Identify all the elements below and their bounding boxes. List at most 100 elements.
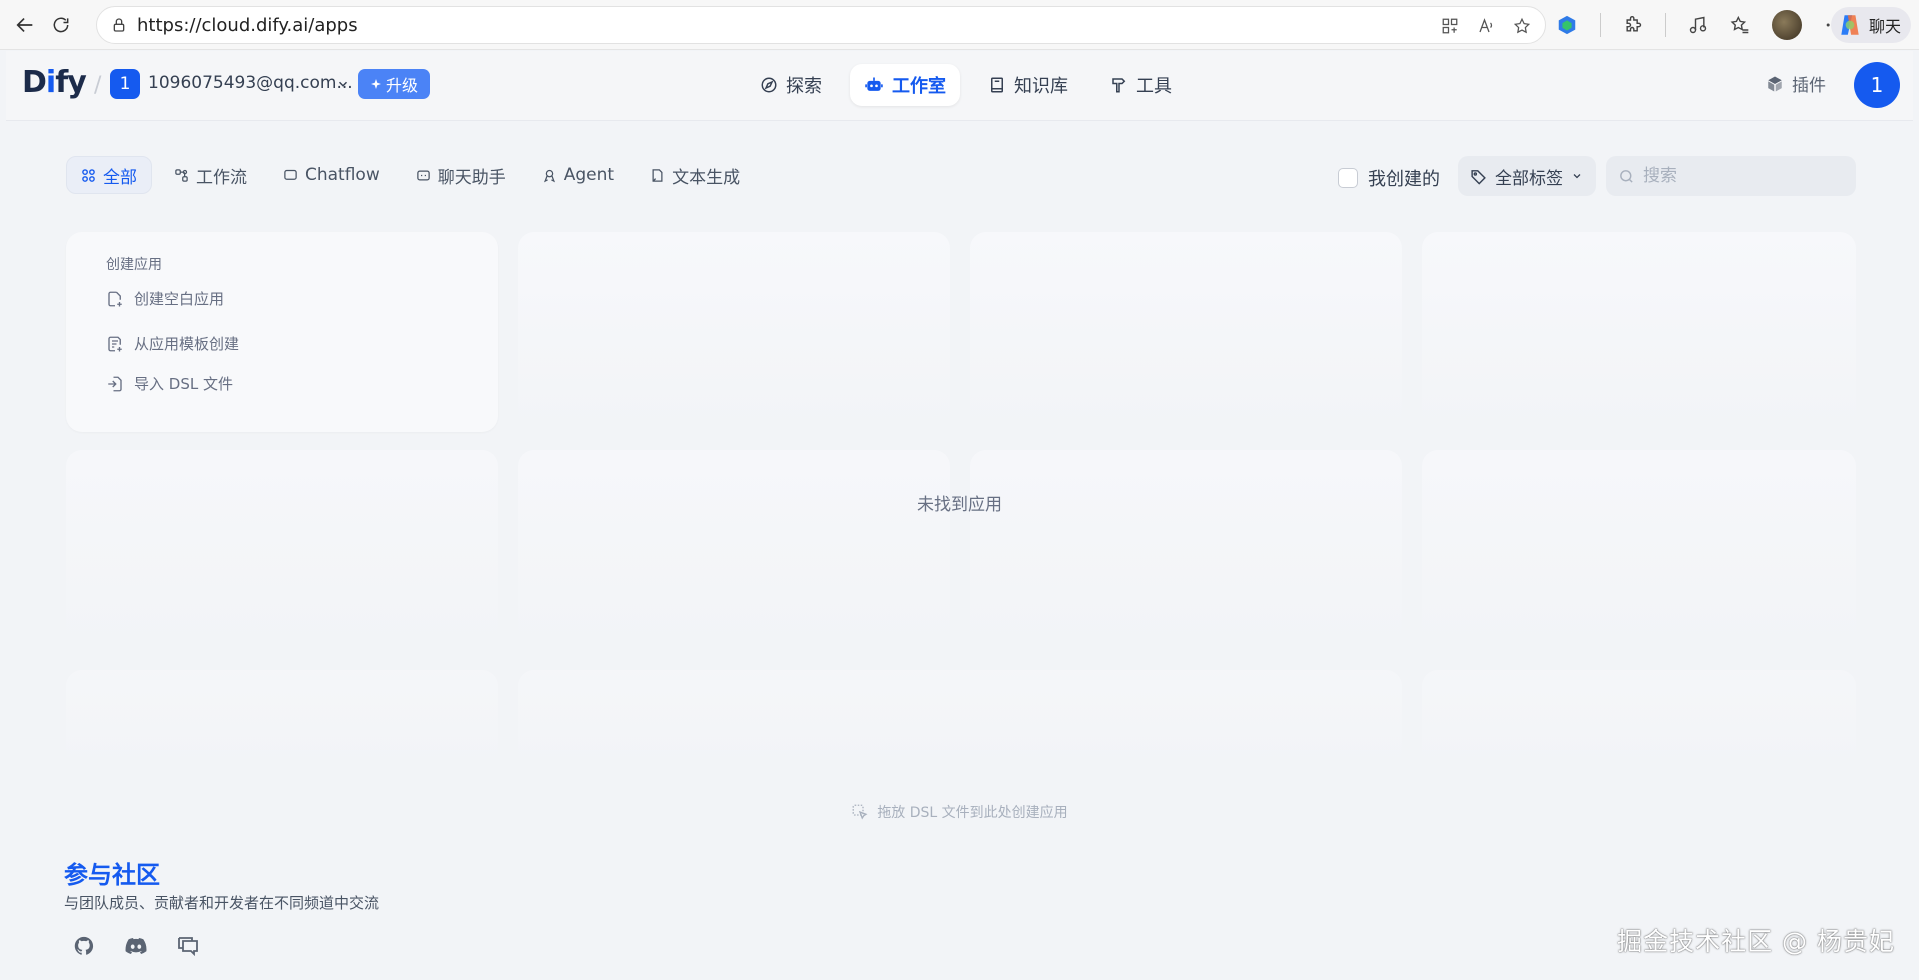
chat-label: 聊天 xyxy=(1868,17,1901,36)
workspace-badge[interactable]: 1 xyxy=(110,69,140,99)
app-card-placeholder xyxy=(970,232,1402,432)
workflow-icon xyxy=(175,168,188,182)
app-card-placeholder xyxy=(518,450,950,650)
media-control-icon[interactable] xyxy=(1688,15,1708,35)
tab-chatflow-label: Chatflow xyxy=(305,165,380,185)
nav-knowledge-label: 知识库 xyxy=(1014,76,1068,97)
tab-chatflow[interactable]: Chatflow xyxy=(269,156,394,194)
import-dsl-button[interactable]: 导入 DSL 文件 xyxy=(106,373,233,394)
url-text: https://cloud.dify.ai/apps xyxy=(137,14,358,36)
tag-filter-label: 全部标签 xyxy=(1495,168,1563,189)
create-app-title: 创建应用 xyxy=(106,257,162,273)
forum-icon xyxy=(178,937,198,957)
import-dsl-label: 导入 DSL 文件 xyxy=(134,375,233,393)
toolbar-divider xyxy=(1600,13,1601,37)
app-header: Dify / 1 1096075493@qq.com... 升级 探索 工作室 … xyxy=(6,51,1913,121)
community-title: 参与社区 xyxy=(64,861,160,889)
tab-chatbot[interactable]: 聊天助手 xyxy=(402,156,520,194)
dify-logo[interactable]: Dify xyxy=(22,65,87,100)
community-links xyxy=(70,932,202,960)
lock-icon xyxy=(113,18,125,32)
search-icon xyxy=(1620,169,1633,183)
forum-link[interactable] xyxy=(174,932,202,960)
github-link[interactable] xyxy=(70,932,98,960)
extensions-puzzle-icon[interactable] xyxy=(1623,15,1643,35)
tab-agent[interactable]: Agent xyxy=(528,156,628,194)
nav-studio-label: 工作室 xyxy=(892,76,946,97)
favorite-star-icon[interactable] xyxy=(1513,17,1531,35)
app-type-filter-tabs: 全部 工作流 Chatflow 聊天助手 Agent 文本生成 xyxy=(66,156,754,194)
dsl-drop-hint: 拖放 DSL 文件到此处创建应用 xyxy=(0,802,1919,822)
compass-icon xyxy=(761,77,777,93)
tab-all[interactable]: 全部 xyxy=(66,156,152,194)
extension-hexagon-icon[interactable] xyxy=(1556,14,1578,36)
search-box[interactable] xyxy=(1606,156,1856,196)
nav-knowledge[interactable]: 知识库 xyxy=(974,64,1082,106)
grid-icon xyxy=(82,168,95,182)
create-blank-app-label: 创建空白应用 xyxy=(134,290,225,308)
create-blank-app-button[interactable]: 创建空白应用 xyxy=(106,288,224,309)
robot-icon xyxy=(865,77,883,91)
browser-toolbar: https://cloud.dify.ai/apps 聊天 xyxy=(0,0,1919,50)
read-aloud-icon[interactable] xyxy=(1477,17,1495,35)
upgrade-button[interactable]: 升级 xyxy=(358,69,431,99)
tab-all-label: 全部 xyxy=(103,167,137,188)
logo-d: D xyxy=(22,65,47,100)
text-generation-icon xyxy=(652,168,663,182)
tab-workflow-label: 工作流 xyxy=(196,167,247,188)
tab-agent-label: Agent xyxy=(563,165,615,185)
nav-tools[interactable]: 工具 xyxy=(1096,64,1186,106)
logo-i: i xyxy=(45,65,56,100)
chatflow-icon xyxy=(284,169,297,180)
logo-rest: fy xyxy=(55,65,87,100)
back-button[interactable] xyxy=(8,8,42,42)
agent-icon xyxy=(543,169,555,182)
plugins-label: 插件 xyxy=(1792,76,1826,96)
browser-profile-avatar[interactable] xyxy=(1772,10,1802,40)
tab-chatbot-label: 聊天助手 xyxy=(437,167,506,188)
create-from-template-label: 从应用模板创建 xyxy=(134,335,240,353)
created-by-me-filter[interactable]: 我创建的 xyxy=(1338,165,1440,191)
dsl-drop-hint-text: 拖放 DSL 文件到此处创建应用 xyxy=(877,805,1068,821)
arrow-left-icon xyxy=(16,17,33,32)
copilot-chat-button[interactable]: 聊天 xyxy=(1830,7,1911,43)
tab-text-generation[interactable]: 文本生成 xyxy=(636,156,754,194)
template-icon xyxy=(108,336,122,351)
app-card-placeholder xyxy=(1422,670,1856,770)
chevron-down-icon xyxy=(1573,174,1581,179)
tag-filter-dropdown[interactable]: 全部标签 xyxy=(1458,156,1596,196)
app-available-icon[interactable] xyxy=(1441,17,1459,35)
workspace-name[interactable]: 1096075493@qq.com... xyxy=(148,73,353,93)
address-bar[interactable]: https://cloud.dify.ai/apps xyxy=(96,6,1546,44)
breadcrumb-separator: / xyxy=(94,73,102,98)
empty-state-message: 未找到应用 xyxy=(917,495,1002,515)
discord-link[interactable] xyxy=(122,932,150,960)
app-card-placeholder xyxy=(1422,450,1856,650)
app-card-placeholder xyxy=(518,670,1402,770)
chevron-down-icon[interactable] xyxy=(336,77,350,91)
create-from-template-button[interactable]: 从应用模板创建 xyxy=(106,333,239,354)
tag-icon xyxy=(1471,169,1486,185)
sparkle-icon xyxy=(371,79,381,89)
app-card-placeholder xyxy=(518,232,950,432)
nav-explore-label: 探索 xyxy=(786,76,822,97)
watermark: 掘金技术社区 @ 杨贵妃 xyxy=(1617,927,1895,956)
user-avatar[interactable]: 1 xyxy=(1854,62,1900,108)
nav-tools-label: 工具 xyxy=(1136,76,1172,97)
app-card-placeholder xyxy=(66,670,498,770)
create-app-card: 创建应用 创建空白应用 从应用模板创建 导入 DSL 文件 xyxy=(66,232,498,432)
tab-text-generation-label: 文本生成 xyxy=(672,167,741,188)
toolbar-divider xyxy=(1665,13,1666,37)
community-description: 与团队成员、贡献者和开发者在不同频道中交流 xyxy=(64,894,380,912)
created-by-me-checkbox[interactable] xyxy=(1338,168,1358,188)
favorites-icon[interactable] xyxy=(1730,15,1750,35)
search-input[interactable] xyxy=(1643,166,1843,186)
reload-button[interactable] xyxy=(44,8,78,42)
github-icon xyxy=(74,936,94,955)
cube-icon xyxy=(1768,76,1782,91)
nav-explore[interactable]: 探索 xyxy=(746,64,836,106)
import-icon xyxy=(108,376,122,391)
tab-workflow[interactable]: 工作流 xyxy=(160,156,261,194)
nav-studio[interactable]: 工作室 xyxy=(850,64,960,106)
plugins-button[interactable]: 插件 xyxy=(1766,71,1826,96)
